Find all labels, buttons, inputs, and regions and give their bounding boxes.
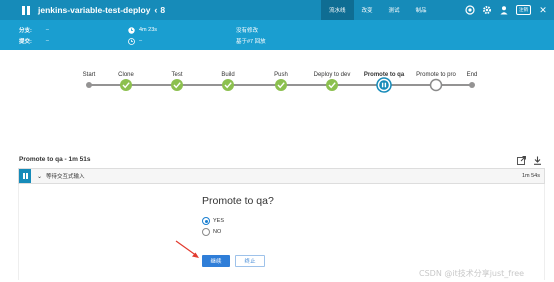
branch-label: 分支: <box>19 28 32 34</box>
stage-node-test[interactable] <box>171 79 183 91</box>
stage-label-clone: Clone <box>118 72 134 78</box>
commit-label: 提交: <box>19 39 32 45</box>
chevron-left-icon[interactable]: ‹ <box>154 5 157 15</box>
exit-button[interactable]: 注销 <box>516 5 531 15</box>
watermark-text: CSDN @it技术分享just_free <box>419 269 525 278</box>
run-number: 8 <box>160 5 166 15</box>
pipeline-graph: Start Clone Test Build Push Deploy to dev Prom… <box>0 50 554 155</box>
stage-label-push: Push <box>274 72 288 78</box>
option-yes-label: YES <box>213 218 225 224</box>
step-row-time: 1m 54s <box>521 173 540 179</box>
changes-row: 没有修改 <box>236 25 258 35</box>
chevron-down-icon[interactable]: ⌄ <box>37 173 42 180</box>
step-row-label: 等待交互式输入 <box>46 174 85 180</box>
download-icon[interactable] <box>532 155 542 165</box>
paused-status-icon <box>19 169 31 183</box>
header-actions: 注销 ✕ <box>465 0 548 20</box>
gear-icon[interactable] <box>482 5 492 15</box>
tab-artifacts[interactable]: 制品 <box>408 0 435 20</box>
open-external-icon[interactable] <box>516 155 526 165</box>
stage-label-promote-to-pro: Promote to pro <box>416 72 456 78</box>
option-yes[interactable]: YES <box>202 217 224 225</box>
option-no-label: NO <box>213 229 222 235</box>
stage-node-push[interactable] <box>275 79 287 91</box>
tab-bar: 流水线 改变 测试 制品 <box>321 0 435 20</box>
stage-node-end <box>469 82 475 88</box>
step-tools <box>516 155 542 165</box>
abort-button[interactable]: 终止 <box>235 255 265 267</box>
changes-value: 没有修改 <box>236 28 259 34</box>
step-row[interactable]: ⌄ 等待交互式输入 1m 54s <box>18 168 545 184</box>
step-title: Promote to qa - 1m 51s <box>19 156 91 163</box>
tab-changes[interactable]: 改变 <box>354 0 381 20</box>
commit-value: – <box>45 38 49 44</box>
user-icon[interactable] <box>499 5 509 15</box>
duration-value: 4m 23s <box>139 27 158 33</box>
input-question: Promote to qa? <box>202 195 274 207</box>
stage-label-deploy-to-dev: Deploy to dev <box>314 72 351 78</box>
stage-node-clone[interactable] <box>120 79 132 91</box>
pause-icon <box>22 4 34 16</box>
replay-icon[interactable] <box>465 5 475 15</box>
branch-value: – <box>45 27 49 33</box>
clock-icon <box>128 37 135 45</box>
stage-node-promote-to-qa[interactable] <box>376 77 392 93</box>
replayed-link[interactable]: 基于#7 回放 <box>236 37 266 45</box>
close-icon[interactable]: ✕ <box>538 5 548 15</box>
stage-node-build[interactable] <box>222 79 234 91</box>
stage-node-promote-to-pro[interactable] <box>429 78 443 92</box>
stopwatch-icon <box>128 26 135 34</box>
started-row: – <box>128 36 142 46</box>
duration-row: 4m 23s <box>128 25 157 35</box>
stage-label-build: Build <box>221 72 234 78</box>
proceed-button[interactable]: 继续 <box>202 255 230 267</box>
stage-node-start <box>86 82 92 88</box>
branch-row: 分支: – <box>19 25 49 35</box>
stage-label-promote-to-qa: Promote to qa <box>364 72 405 78</box>
radio-yes[interactable] <box>202 217 210 225</box>
tab-tests[interactable]: 测试 <box>381 0 408 20</box>
pipeline-title[interactable]: jenkins-variable-test-deploy <box>38 5 150 15</box>
started-value: – <box>139 38 143 44</box>
radio-no[interactable] <box>202 228 210 236</box>
stage-label-end: End <box>467 72 478 78</box>
commit-row: 提交: – <box>19 36 49 46</box>
top-bar: jenkins-variable-test-deploy ‹ 8 流水线 改变 … <box>0 0 554 20</box>
input-panel <box>18 184 545 280</box>
replayed-row: 基于#7 回放 <box>236 36 266 46</box>
stage-label-start: Start <box>83 72 96 78</box>
run-info-band: 分支: – 提交: – 4m 23s – 没有修改 基于#7 回放 <box>0 20 554 50</box>
stage-node-deploy-to-dev[interactable] <box>326 79 338 91</box>
stage-label-test: Test <box>171 72 182 78</box>
tab-pipeline[interactable]: 流水线 <box>321 0 354 20</box>
pipeline-svg: Start Clone Test Build Push Deploy to dev Prom… <box>83 72 478 93</box>
option-no[interactable]: NO <box>202 228 221 236</box>
